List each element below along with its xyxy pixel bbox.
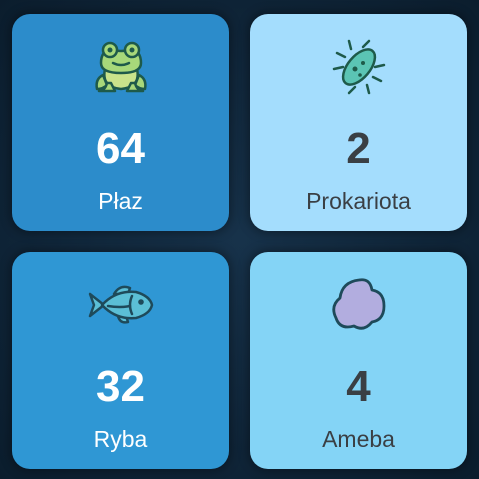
tile-label: Prokariota: [306, 188, 411, 214]
tile-label: Płaz: [98, 188, 143, 214]
game-board: 64 Płaz 2 Prokariota 32 Ryba 4 Ameba: [0, 0, 479, 479]
tile-plaz[interactable]: 64 Płaz: [12, 14, 229, 231]
tile-count: 2: [346, 124, 371, 173]
tile-count: 32: [96, 362, 145, 411]
amoeba-icon: [250, 274, 467, 336]
tile-count: 4: [346, 362, 371, 411]
tile-count: 64: [96, 124, 145, 173]
tile-label: Ryba: [93, 426, 148, 452]
tile-prokariota[interactable]: 2 Prokariota: [250, 14, 467, 231]
tile-label: Ameba: [322, 426, 395, 452]
bacterium-icon: [250, 36, 467, 98]
fish-icon: [12, 274, 229, 336]
tile-ameba[interactable]: 4 Ameba: [250, 252, 467, 469]
tile-ryba[interactable]: 32 Ryba: [12, 252, 229, 469]
frog-icon: [12, 36, 229, 98]
